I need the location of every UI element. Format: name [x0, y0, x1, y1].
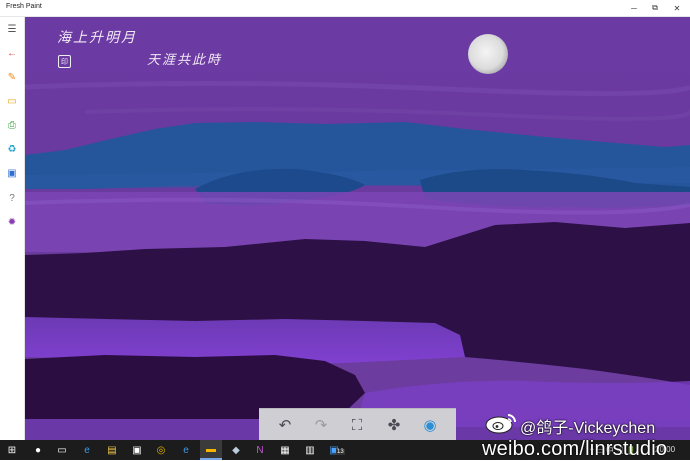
start-windows-icon[interactable]: ⊞: [4, 442, 20, 458]
painting-canvas[interactable]: 海上升明月 天涯共此時 印: [25, 17, 690, 440]
onenote-icon[interactable]: N: [252, 442, 268, 458]
redo-icon[interactable]: ↷: [310, 415, 332, 435]
painting-artwork: [25, 17, 690, 440]
app-title: Fresh Paint: [6, 3, 42, 10]
close-button[interactable]: ✕: [670, 2, 684, 14]
help-icon[interactable]: ?: [2, 189, 22, 207]
hamburger-menu-icon[interactable]: ☰: [2, 20, 22, 38]
poem-line-1: 海上升明月: [57, 30, 137, 46]
app-grid-icon[interactable]: ▦: [277, 442, 293, 458]
poem-line-2: 天涯共此時: [147, 53, 223, 68]
internet-explorer-icon[interactable]: e: [178, 442, 194, 458]
save-icon[interactable]: ▣: [2, 164, 22, 182]
share-icon[interactable]: ♻: [2, 140, 22, 158]
watermark-site: weibo.com/linrstudio: [482, 438, 668, 460]
sidebar: ☰ ← ✎ ▭ ⎙ ♻ ▣ ? ✹: [0, 17, 25, 440]
settings-gear-icon[interactable]: ✹: [2, 213, 22, 231]
maximize-button[interactable]: ⧉: [648, 2, 662, 14]
store-icon[interactable]: ▣: [129, 442, 145, 458]
task-view-icon[interactable]: ▭: [54, 442, 70, 458]
moon: [468, 34, 508, 74]
artist-seal: 印: [58, 55, 71, 68]
taskbar-badge: 13: [336, 449, 345, 455]
fresh-paint-taskbar-icon[interactable]: ▬: [200, 440, 222, 460]
fan-dry-icon[interactable]: ✤: [383, 415, 405, 435]
camera-icon[interactable]: ◉: [419, 415, 441, 435]
app-window-icon[interactable]: ▥: [302, 442, 318, 458]
watermark-handle: @鸽子-Vickeychen: [520, 420, 656, 437]
weibo-app-icon[interactable]: ◎: [153, 442, 169, 458]
bottom-toolbar: ↶ ↷ ⛶ ✤ ◉: [259, 408, 456, 440]
title-bar: Fresh Paint ─ ⧉ ✕: [0, 0, 690, 17]
fit-to-screen-icon[interactable]: ⛶: [346, 415, 368, 435]
open-folder-icon[interactable]: ▭: [2, 92, 22, 110]
print-icon[interactable]: ⎙: [2, 116, 22, 134]
app-taskbar-icon[interactable]: ◆: [228, 442, 244, 458]
search-circle-icon[interactable]: ●: [30, 442, 46, 458]
edge-browser-icon[interactable]: e: [79, 442, 95, 458]
weibo-logo-icon: [485, 414, 516, 434]
undo-icon[interactable]: ↶: [274, 415, 296, 435]
minimize-button[interactable]: ─: [627, 2, 641, 14]
file-explorer-icon[interactable]: ▤: [104, 442, 120, 458]
paint-brush-icon[interactable]: ✎: [2, 68, 22, 86]
back-arrow-icon[interactable]: ←: [2, 44, 22, 62]
